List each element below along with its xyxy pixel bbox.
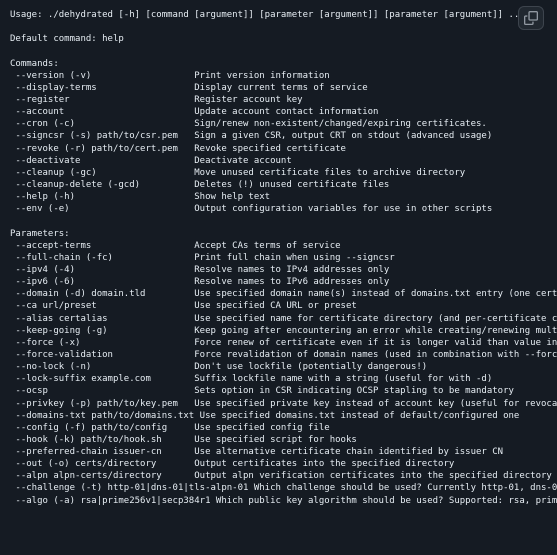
code-line: --out (-o) certs/directory Output certif… xyxy=(10,459,455,470)
code-line: --ocsp Sets option in CSR indicating OCS… xyxy=(10,386,514,397)
code-line: --cleanup-delete (-gcd) Deletes (!) unus… xyxy=(10,179,390,190)
code-line: --ca url/preset Use specified CA URL or … xyxy=(10,301,357,312)
code-line: --help (-h) Show help text xyxy=(10,192,271,203)
code-line: --accept-terms Accept CAs terms of servi… xyxy=(10,240,341,251)
code-line: --hook (-k) path/to/hook.sh Use specifie… xyxy=(10,434,357,445)
code-line: --challenge (-t) http-01|dns-01|tls-alpn… xyxy=(10,483,557,494)
code-line: --version (-v) Print version information xyxy=(10,70,330,81)
code-line: --force-validation Force revalidation of… xyxy=(10,349,557,360)
code-line: --account Update account contact informa… xyxy=(10,107,379,118)
code-line: --algo (-a) rsa|prime256v1|secp384r1 Whi… xyxy=(10,495,557,506)
code-line: --domain (-d) domain.tld Use specified d… xyxy=(10,289,557,300)
code-line: --revoke (-r) path/to/cert.pem Revoke sp… xyxy=(10,143,346,154)
code-line: Default command: help xyxy=(10,34,124,45)
code-line: --alpn alpn-certs/directory Output alpn … xyxy=(10,471,552,482)
code-line: --lock-suffix example.com Suffix lockfil… xyxy=(10,374,493,385)
code-line: --display-terms Display current terms of… xyxy=(10,82,368,93)
copy-icon xyxy=(524,11,538,25)
code-line: --cron (-c) Sign/renew non-existent/chan… xyxy=(10,119,487,130)
code-line: --env (-e) Output configuration variable… xyxy=(10,204,493,215)
code-line: --cleanup (-gc) Move unused certificate … xyxy=(10,167,466,178)
code-block: Usage: ./dehydrated [-h] [command [argum… xyxy=(0,0,557,555)
code-line: --deactivate Deactivate account xyxy=(10,155,292,166)
code-line: --no-lock (-n) Don't use lockfile (poten… xyxy=(10,362,428,373)
code-line: --force (-x) Force renew of certificate … xyxy=(10,337,557,348)
code-line: Parameters: xyxy=(10,228,70,239)
code-line: --ipv6 (-6) Resolve names to IPv6 addres… xyxy=(10,277,390,288)
code-line: --config (-f) path/to/config Use specifi… xyxy=(10,422,330,433)
copy-button[interactable] xyxy=(518,6,544,30)
code-line: --signcsr (-s) path/to/csr.pem Sign a gi… xyxy=(10,131,493,142)
code-line: --alias certalias Use specified name for… xyxy=(10,313,557,324)
code-line: --preferred-chain issuer-cn Use alternat… xyxy=(10,447,504,458)
code-line: --domains-txt path/to/domains.txt Use sp… xyxy=(10,410,520,421)
code-line: --full-chain (-fc) Print full chain when… xyxy=(10,252,395,263)
code-line: --ipv4 (-4) Resolve names to IPv4 addres… xyxy=(10,264,390,275)
code-line: Usage: ./dehydrated [-h] [command [argum… xyxy=(10,10,525,20)
code-line: --keep-going (-g) Keep going after encou… xyxy=(10,325,557,336)
code-line: --privkey (-p) path/to/key.pem Use speci… xyxy=(10,398,557,409)
code-line: Commands: xyxy=(10,58,59,69)
code-line: --register Register account key xyxy=(10,94,303,105)
